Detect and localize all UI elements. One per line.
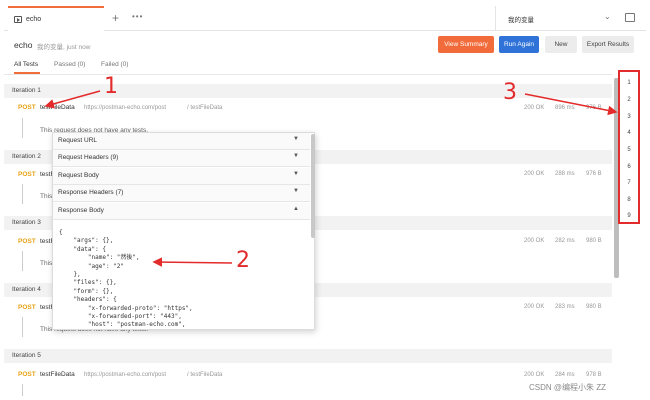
watermark: CSDN @编程小朱 ZZ <box>529 383 607 392</box>
annotation-arrow-3 <box>524 93 618 116</box>
annotation-arrow-1 <box>44 90 101 109</box>
annotation-arrow-2 <box>152 257 233 267</box>
annotation-arrows <box>44 90 618 267</box>
annotation-number-2: 2 <box>236 248 250 273</box>
annotation-number-1: 1 <box>104 74 118 99</box>
annotation-number-3: 3 <box>503 80 517 105</box>
